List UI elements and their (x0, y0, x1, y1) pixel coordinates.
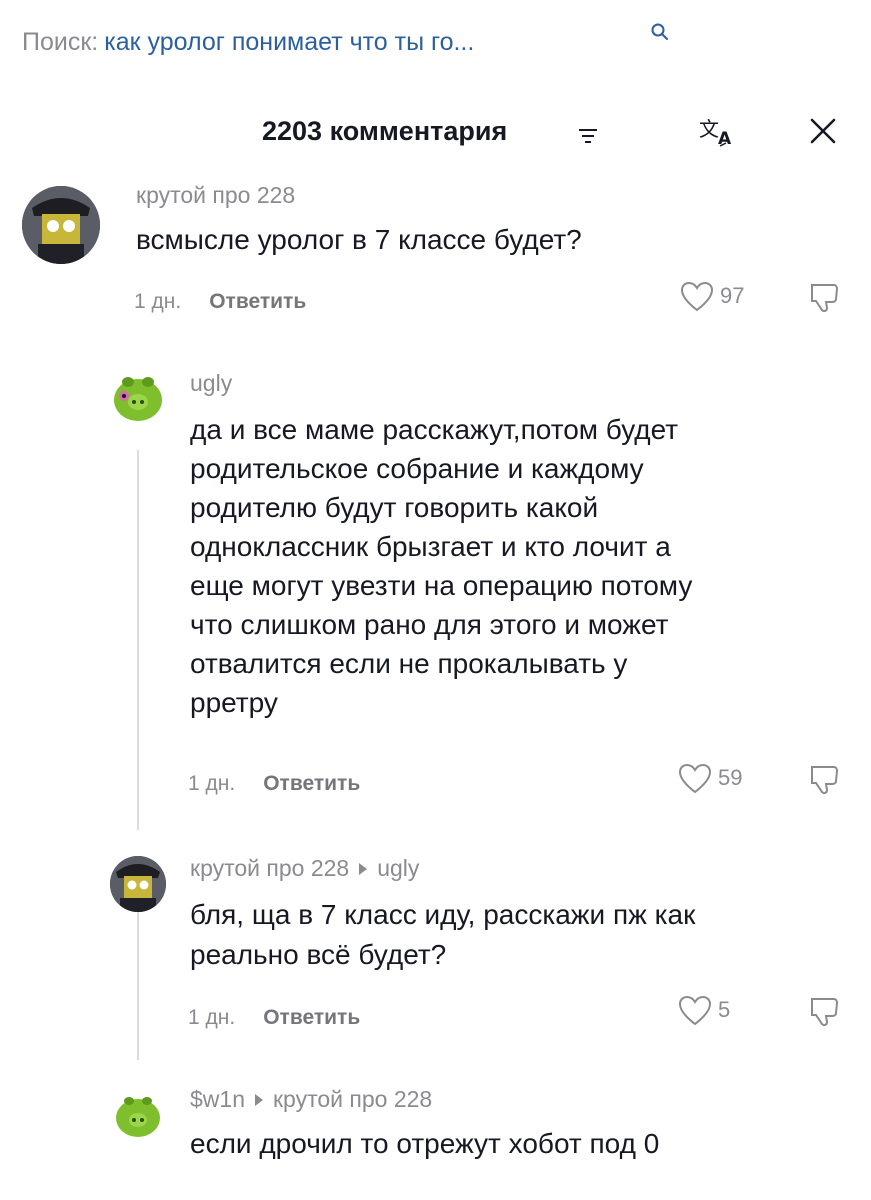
avatar-image (22, 186, 100, 264)
comment-author-line: крутой про 228 ugly (190, 855, 419, 882)
like-button[interactable]: 59 (678, 763, 743, 794)
reply-button[interactable]: Ответить (263, 1006, 360, 1029)
dislike-icon[interactable] (808, 994, 842, 1028)
comment-meta: 1 дн. Ответить (188, 1006, 360, 1030)
avatar-image (110, 856, 166, 912)
comment-meta: 1 дн. Ответить (188, 772, 360, 796)
comment-time: 1 дн. (188, 772, 236, 795)
comment-time: 1 дн. (188, 1006, 236, 1029)
reply-to-author[interactable]: ugly (377, 855, 419, 881)
reply-arrow-icon (359, 862, 368, 875)
like-count: 59 (718, 764, 743, 790)
comment-text: всмысле уролог в 7 классе будет? (136, 224, 582, 255)
comment-text-line: одноклассник брызгает и кто лочит а (190, 531, 671, 562)
thread-line (137, 890, 139, 1060)
dislike-icon[interactable] (808, 280, 842, 314)
search-bar[interactable]: Поиск: как уролог понимает что ты го... (22, 23, 668, 57)
like-count: 97 (720, 282, 745, 308)
comment-author[interactable]: ugly (190, 370, 232, 397)
sort-filter-icon[interactable] (578, 128, 598, 144)
avatar[interactable] (110, 368, 166, 424)
search-query[interactable]: как уролог понимает что ты го... (104, 28, 474, 56)
reply-arrow-icon (254, 1093, 263, 1106)
close-icon[interactable] (808, 116, 838, 146)
comment-author[interactable]: крутой про 228 (190, 855, 349, 881)
comment-text-line: рретру (190, 687, 278, 718)
comment-text-line: отвалится если не прокалывать у (190, 648, 628, 679)
comment-text-line: что слишком рано для этого и может (190, 609, 669, 640)
reply-button[interactable]: Ответить (263, 772, 360, 795)
avatar-image (116, 1097, 160, 1137)
comment-text-line: да и все маме расскажут,потом будет (190, 414, 679, 445)
heart-icon (680, 281, 714, 312)
avatar[interactable] (110, 856, 166, 912)
comment-text-line: еще могут увезти на операцию потому (190, 570, 693, 601)
like-count: 5 (718, 996, 731, 1022)
comments-header: 2203 комментария 文 A (0, 112, 871, 152)
translate-icon[interactable]: 文 A (698, 114, 738, 148)
like-button[interactable]: 5 (678, 995, 731, 1026)
comment-author[interactable]: $w1n (190, 1086, 245, 1112)
comment-time: 1 дн. (134, 290, 182, 313)
heart-icon (678, 995, 712, 1026)
comment-author-line: $w1n крутой про 228 (190, 1086, 432, 1113)
comment-text-line: если дрочил то отрежут хобот под 0 (190, 1128, 660, 1159)
avatar-image (114, 377, 162, 421)
comment-text-line: родителю будут говорить какой (190, 492, 599, 523)
reply-to-author[interactable]: крутой про 228 (273, 1086, 432, 1112)
comment-text-line: реально всё будет? (190, 939, 447, 970)
reply-button[interactable]: Ответить (209, 290, 306, 313)
avatar[interactable] (112, 1088, 164, 1140)
avatar[interactable] (22, 186, 100, 264)
comment-count: 2203 комментария (262, 116, 508, 146)
thread-line (137, 450, 139, 830)
heart-icon (678, 763, 712, 794)
svg-text:文: 文 (699, 117, 719, 141)
like-button[interactable]: 97 (680, 281, 745, 312)
search-prefix: Поиск: (22, 28, 99, 56)
comment-text-line: родительское собрание и каждому (190, 453, 644, 484)
comment-meta: 1 дн. Ответить (134, 290, 306, 314)
search-icon[interactable] (650, 22, 670, 42)
comment-text-line: бля, ща в 7 класс иду, расскажи пж как (190, 899, 696, 930)
dislike-icon[interactable] (808, 762, 842, 796)
comment-author[interactable]: крутой про 228 (136, 182, 295, 209)
